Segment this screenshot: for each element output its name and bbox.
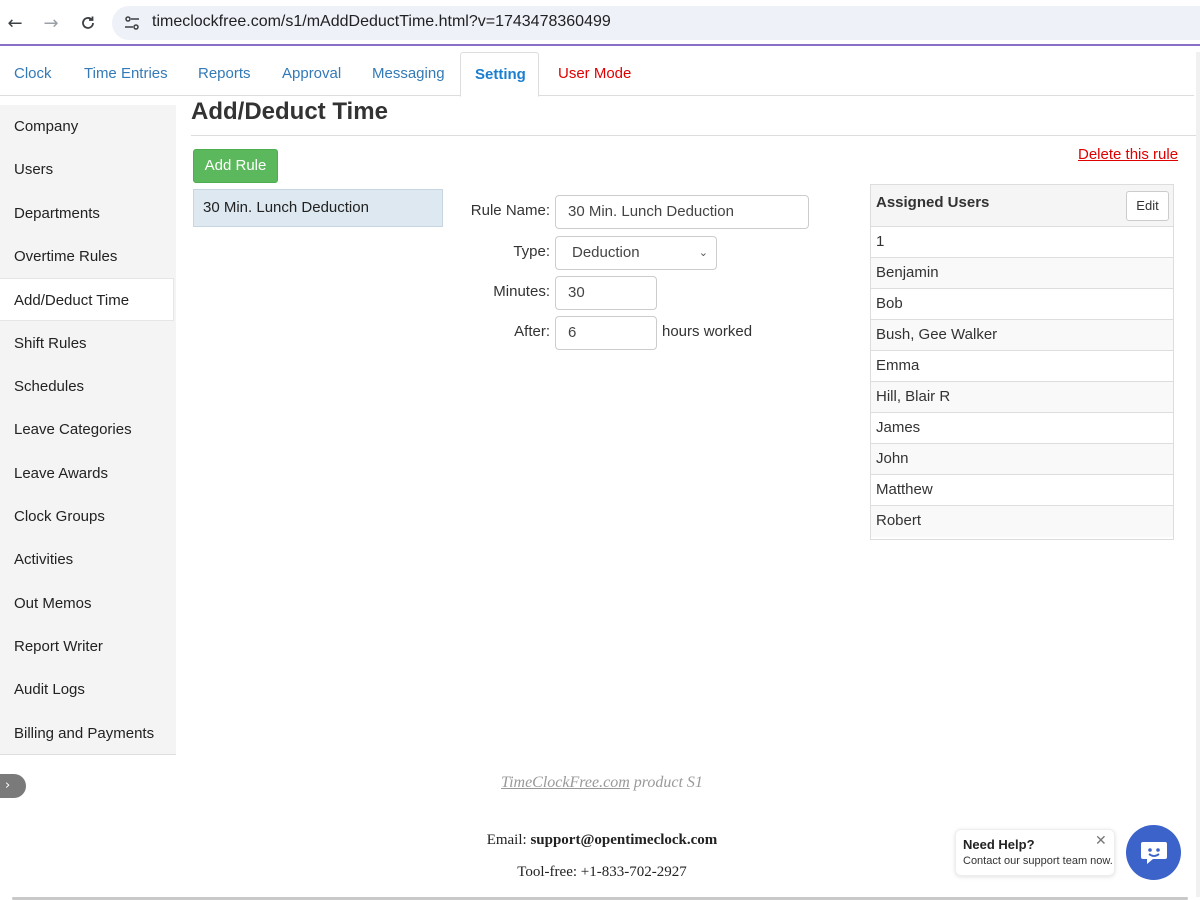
- chevron-down-icon: ⌄: [698, 246, 708, 259]
- tab-time-entries[interactable]: Time Entries: [70, 52, 182, 96]
- settings-sidebar: Company Users Departments Overtime Rules…: [0, 105, 176, 755]
- rule-name-input[interactable]: 30 Min. Lunch Deduction: [555, 195, 809, 229]
- delete-rule-link[interactable]: Delete this rule: [1078, 146, 1178, 163]
- rule-name-label: Rule Name:: [470, 202, 550, 219]
- sidebar-item-shift-rules[interactable]: Shift Rules: [0, 322, 176, 365]
- footer-email-address[interactable]: support@opentimeclock.com: [530, 832, 717, 848]
- help-card[interactable]: Need Help? Contact our support team now.…: [955, 829, 1115, 876]
- sidebar-item-departments[interactable]: Departments: [0, 192, 176, 235]
- sidebar-item-leave-awards[interactable]: Leave Awards: [0, 452, 176, 495]
- url-text[interactable]: timeclockfree.com/s1/mAddDeductTime.html…: [152, 13, 611, 31]
- arrow-left-icon[interactable]: ←: [4, 12, 26, 34]
- sidebar-item-add-deduct-time[interactable]: Add/Deduct Time: [0, 278, 174, 321]
- main-nav-tabs: Clock Time Entries Reports Approval Mess…: [0, 52, 1194, 97]
- browser-toolbar: ← → timeclockfree.com/s1/mAddDeductTime.…: [0, 0, 1200, 46]
- user-row: Matthew: [871, 475, 1173, 506]
- sidebar-item-users[interactable]: Users: [0, 148, 176, 191]
- user-row: Emma: [871, 351, 1173, 382]
- type-select[interactable]: Deduction ⌄: [555, 236, 717, 270]
- type-select-value: Deduction: [572, 244, 640, 261]
- vertical-scrollbar[interactable]: [1196, 52, 1200, 897]
- user-row: Benjamin: [871, 258, 1173, 289]
- sidebar-item-out-memos[interactable]: Out Memos: [0, 582, 176, 625]
- sidebar-item-billing-and-payments[interactable]: Billing and Payments: [0, 712, 176, 755]
- close-icon[interactable]: ✕: [1095, 833, 1107, 849]
- sidebar-item-overtime-rules[interactable]: Overtime Rules: [0, 235, 176, 278]
- tab-messaging[interactable]: Messaging: [358, 52, 459, 96]
- tune-icon[interactable]: [124, 15, 140, 31]
- user-row: Hill, Blair R: [871, 382, 1173, 413]
- type-label: Type:: [513, 243, 550, 260]
- tab-approval[interactable]: Approval: [268, 52, 355, 96]
- reload-icon[interactable]: [77, 12, 99, 34]
- page-title: Add/Deduct Time: [191, 98, 388, 125]
- after-label: After:: [514, 323, 550, 340]
- user-row: Robert: [871, 506, 1173, 537]
- arrow-right-icon[interactable]: →: [40, 12, 62, 34]
- assigned-users-panel: Assigned Users Edit 1 Benjamin Bob Bush,…: [870, 184, 1174, 540]
- after-hours-input[interactable]: 6: [555, 316, 657, 350]
- tab-clock[interactable]: Clock: [0, 52, 66, 96]
- chat-bubble-icon[interactable]: [1126, 825, 1181, 880]
- footer-email-label: Email:: [486, 832, 531, 848]
- footer-brand-link[interactable]: TimeClockFree.com: [501, 774, 630, 791]
- minutes-label: Minutes:: [493, 283, 550, 300]
- help-subtitle: Contact our support team now.: [963, 855, 1113, 867]
- sidebar-item-report-writer[interactable]: Report Writer: [0, 625, 176, 668]
- hours-worked-label: hours worked: [662, 323, 753, 340]
- tab-reports[interactable]: Reports: [184, 52, 265, 96]
- address-bar[interactable]: timeclockfree.com/s1/mAddDeductTime.html…: [112, 6, 1200, 40]
- assigned-users-title: Assigned Users: [876, 194, 990, 211]
- help-title: Need Help?: [963, 837, 1035, 852]
- user-row: Bush, Gee Walker: [871, 320, 1173, 351]
- user-row: Bob: [871, 289, 1173, 320]
- title-divider: [191, 135, 1197, 136]
- user-row: James: [871, 413, 1173, 444]
- sidebar-item-schedules[interactable]: Schedules: [0, 365, 176, 408]
- tab-user-mode[interactable]: User Mode: [544, 52, 645, 96]
- user-row: John: [871, 444, 1173, 475]
- minutes-input[interactable]: 30: [555, 276, 657, 310]
- sidebar-item-company[interactable]: Company: [0, 105, 176, 148]
- edit-users-button[interactable]: Edit: [1126, 191, 1169, 221]
- sidebar-item-clock-groups[interactable]: Clock Groups: [0, 495, 176, 538]
- sidebar-item-audit-logs[interactable]: Audit Logs: [0, 668, 176, 711]
- assigned-users-header: Assigned Users Edit: [871, 185, 1173, 227]
- user-row: 1: [871, 227, 1173, 258]
- tab-setting[interactable]: Setting: [460, 52, 539, 97]
- footer-product-suffix: product S1: [629, 774, 703, 791]
- sidebar-item-activities[interactable]: Activities: [0, 538, 176, 581]
- add-rule-button[interactable]: Add Rule: [193, 149, 278, 183]
- sidebar-item-leave-categories[interactable]: Leave Categories: [0, 408, 176, 451]
- rule-list-item[interactable]: 30 Min. Lunch Deduction: [193, 189, 443, 227]
- footer-product: TimeClockFree.com product S1: [0, 774, 1200, 792]
